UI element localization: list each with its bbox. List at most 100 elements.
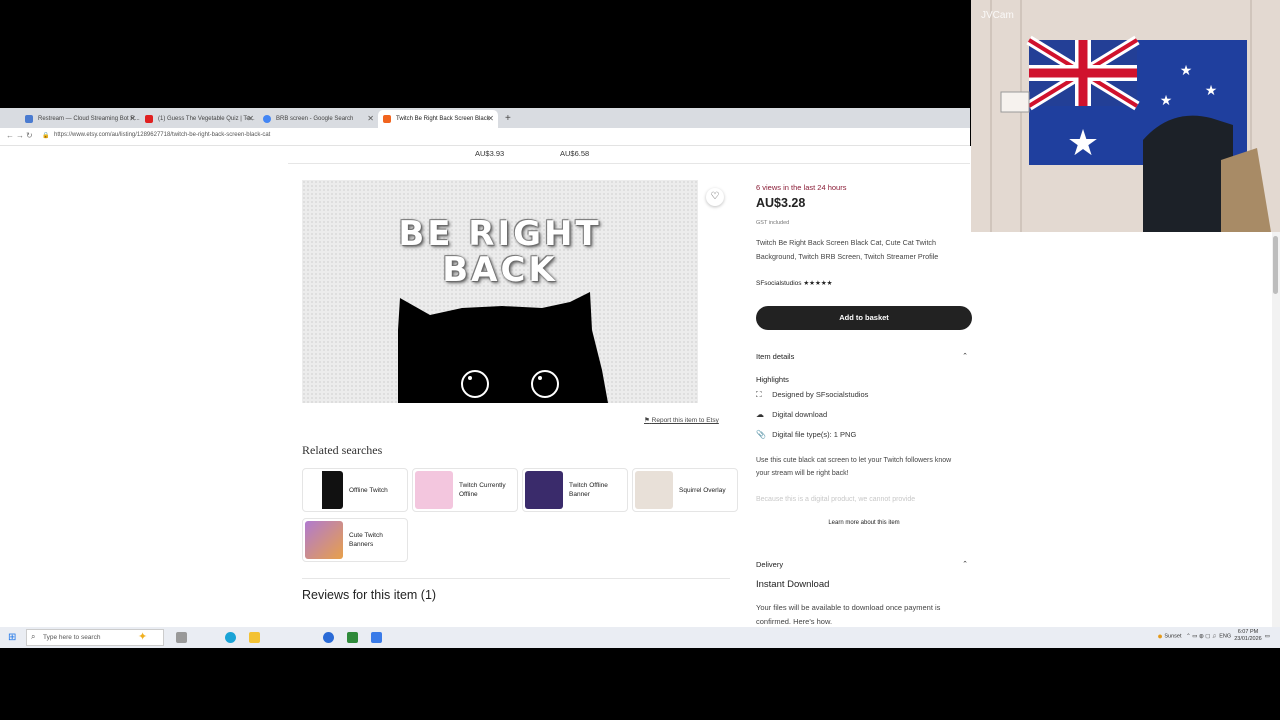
shop-name: SFsocialstudios (756, 280, 802, 287)
related-price: AU$6.58 (560, 149, 590, 158)
divider (302, 578, 730, 579)
file-explorer-icon[interactable] (249, 632, 260, 643)
etsy-icon (383, 115, 391, 123)
related-search-label: Cute Twitch Banners (349, 532, 383, 548)
webcam-overlay: ★ ★ ★ ★ ★ JVCam (971, 0, 1280, 232)
edge-icon[interactable] (225, 632, 236, 643)
rating-stars: ★★★★★ (803, 280, 833, 287)
item-description-faded: Because this is a digital product, we ca… (756, 496, 916, 503)
tax-note: GST included (756, 220, 790, 226)
thumbnail (305, 471, 343, 509)
thumbnail (415, 471, 453, 509)
tab-label: (1) Guess The Vegetable Quiz | Te... (158, 116, 255, 122)
related-search-card[interactable]: Twitch Currently Offline (412, 468, 518, 512)
add-to-basket-button[interactable]: Add to basket (756, 306, 972, 330)
related-search-card[interactable]: Twitch Offline Banner (522, 468, 628, 512)
highlight-item: ☁ Digital download (756, 410, 827, 419)
report-label: Report this item to Etsy (651, 417, 719, 424)
youtube-icon (145, 115, 153, 123)
related-search-card[interactable]: Cute Twitch Banners (302, 518, 408, 562)
paperclip-icon: 📎 (756, 430, 766, 439)
scrollbar-thumb[interactable] (1273, 236, 1278, 294)
system-tray: ● Sunset ⌃ ▭ ◍ ▢ ♫ ENG 6:07 PM 23/01/202… (1157, 629, 1270, 643)
reviews-title: Reviews for this item (1) (302, 588, 437, 602)
tab-google-search[interactable]: BRB screen - Google Search ✕ (258, 110, 378, 128)
item-description: Use this cute black cat screen to let yo… (756, 457, 952, 477)
related-search-card[interactable]: Squirrel Overlay (632, 468, 738, 512)
new-tab-button[interactable]: + (500, 110, 520, 128)
instant-download-heading: Instant Download (756, 579, 830, 590)
highlight-item: ⛶ Designed by SFsocialstudios (756, 390, 868, 400)
black-cat-illustration (398, 292, 608, 403)
tab-etsy[interactable]: Twitch Be Right Back Screen Black ✕ (378, 110, 498, 128)
related-price: AU$3.93 (475, 149, 505, 158)
tab-label: BRB screen - Google Search (276, 116, 354, 122)
report-link[interactable]: ⚑ Report this item to Etsy (644, 416, 719, 424)
language-indicator[interactable]: ENG (1219, 633, 1231, 639)
app-icon[interactable] (371, 632, 382, 643)
delivery-label: Delivery (756, 560, 784, 569)
clock-time: 6:07 PM (1237, 629, 1259, 635)
heart-icon[interactable]: ♡ (706, 188, 724, 206)
design-icon: ⛶ (756, 390, 762, 399)
windows-start-icon[interactable]: ⊞ (8, 632, 16, 643)
weather-icon: ● (1157, 631, 1163, 641)
product-title: Twitch Be Right Back Screen Black Cat, C… (756, 238, 939, 261)
flag-icon: ⚑ (644, 417, 650, 424)
thumbnail (635, 471, 673, 509)
views-count: 6 views in the last 24 hours (756, 183, 847, 192)
chevron-up-icon: ⌃ (962, 353, 968, 360)
lock-icon: 🔒 (42, 133, 50, 139)
back-icon[interactable]: ← (6, 131, 14, 140)
divider (288, 163, 970, 164)
item-details-toggle[interactable]: Item details ⌃ (756, 352, 972, 361)
close-icon[interactable]: ✕ (247, 110, 254, 128)
close-icon[interactable]: ✕ (487, 110, 494, 128)
chrome-icon[interactable] (323, 632, 334, 643)
notification-icon[interactable]: ▭ (1265, 633, 1270, 639)
search-icon: ⌕ (31, 632, 36, 641)
related-search-label: Squirrel Overlay (679, 486, 726, 494)
related-search-label: Twitch Currently Offline (459, 482, 506, 498)
related-search-label: Offline Twitch (349, 486, 388, 494)
svg-text:★: ★ (1205, 83, 1218, 99)
tray-icons[interactable]: ⌃ ▭ ◍ ▢ ♫ (1186, 633, 1216, 639)
tab-label: Twitch Be Right Back Screen Black (396, 116, 490, 122)
learn-more-button[interactable]: Learn more about this item (756, 520, 972, 526)
clock[interactable]: 6:07 PM 23/01/2026 (1234, 629, 1262, 643)
related-searches-title: Related searches (302, 443, 383, 457)
restream-icon (25, 115, 33, 123)
close-icon[interactable]: ✕ (129, 110, 136, 128)
windows-taskbar: ⊞ Type here to search ⌕ ✦ ● Sunset ⌃ ▭ ◍… (0, 627, 1280, 648)
highlights-heading: Highlights (756, 375, 789, 384)
highlight-text: Digital file type(s): 1 PNG (772, 430, 857, 439)
delivery-toggle[interactable]: Delivery ⌃ (756, 560, 972, 569)
url-field[interactable]: https://www.etsy.com/au/listing/12896277… (54, 132, 270, 138)
highlight-item: 📎 Digital file type(s): 1 PNG (756, 430, 856, 439)
tab-restream[interactable]: Restream — Cloud Streaming Bot R... ✕ (20, 110, 140, 128)
item-details-label: Item details (756, 352, 795, 361)
related-search-card[interactable]: Offline Twitch (302, 468, 408, 512)
product-price: AU$3.28 (756, 196, 806, 210)
tab-label: Restream — Cloud Streaming Bot R... (38, 116, 140, 122)
highlight-text: Digital download (772, 410, 828, 419)
webcam-scene: ★ ★ ★ ★ ★ (971, 0, 1280, 232)
close-icon[interactable]: ✕ (367, 110, 374, 128)
app-icon[interactable] (347, 632, 358, 643)
svg-text:★: ★ (1067, 123, 1099, 164)
tab-youtube[interactable]: (1) Guess The Vegetable Quiz | Te... ✕ (140, 110, 258, 128)
reload-icon[interactable]: ↻ (26, 131, 33, 140)
weather-label: Sunset (1164, 633, 1182, 640)
listing-image[interactable]: BE RIGHT BACK (302, 180, 698, 403)
shop-link[interactable]: SFsocialstudios ★★★★★ (756, 279, 832, 287)
clock-date: 23/01/2026 (1234, 636, 1262, 642)
webcam-label: JVCam (981, 10, 1014, 21)
sparkle-icon[interactable]: ✦ (138, 630, 147, 643)
chevron-up-icon: ⌃ (962, 561, 968, 568)
highlight-text: Designed by SFsocialstudios (772, 390, 869, 399)
forward-icon[interactable]: → (16, 131, 24, 140)
task-view-icon[interactable] (176, 632, 187, 643)
related-search-label: Twitch Offline Banner (569, 482, 608, 498)
download-icon: ☁ (756, 410, 764, 419)
thumbnail (305, 521, 343, 559)
